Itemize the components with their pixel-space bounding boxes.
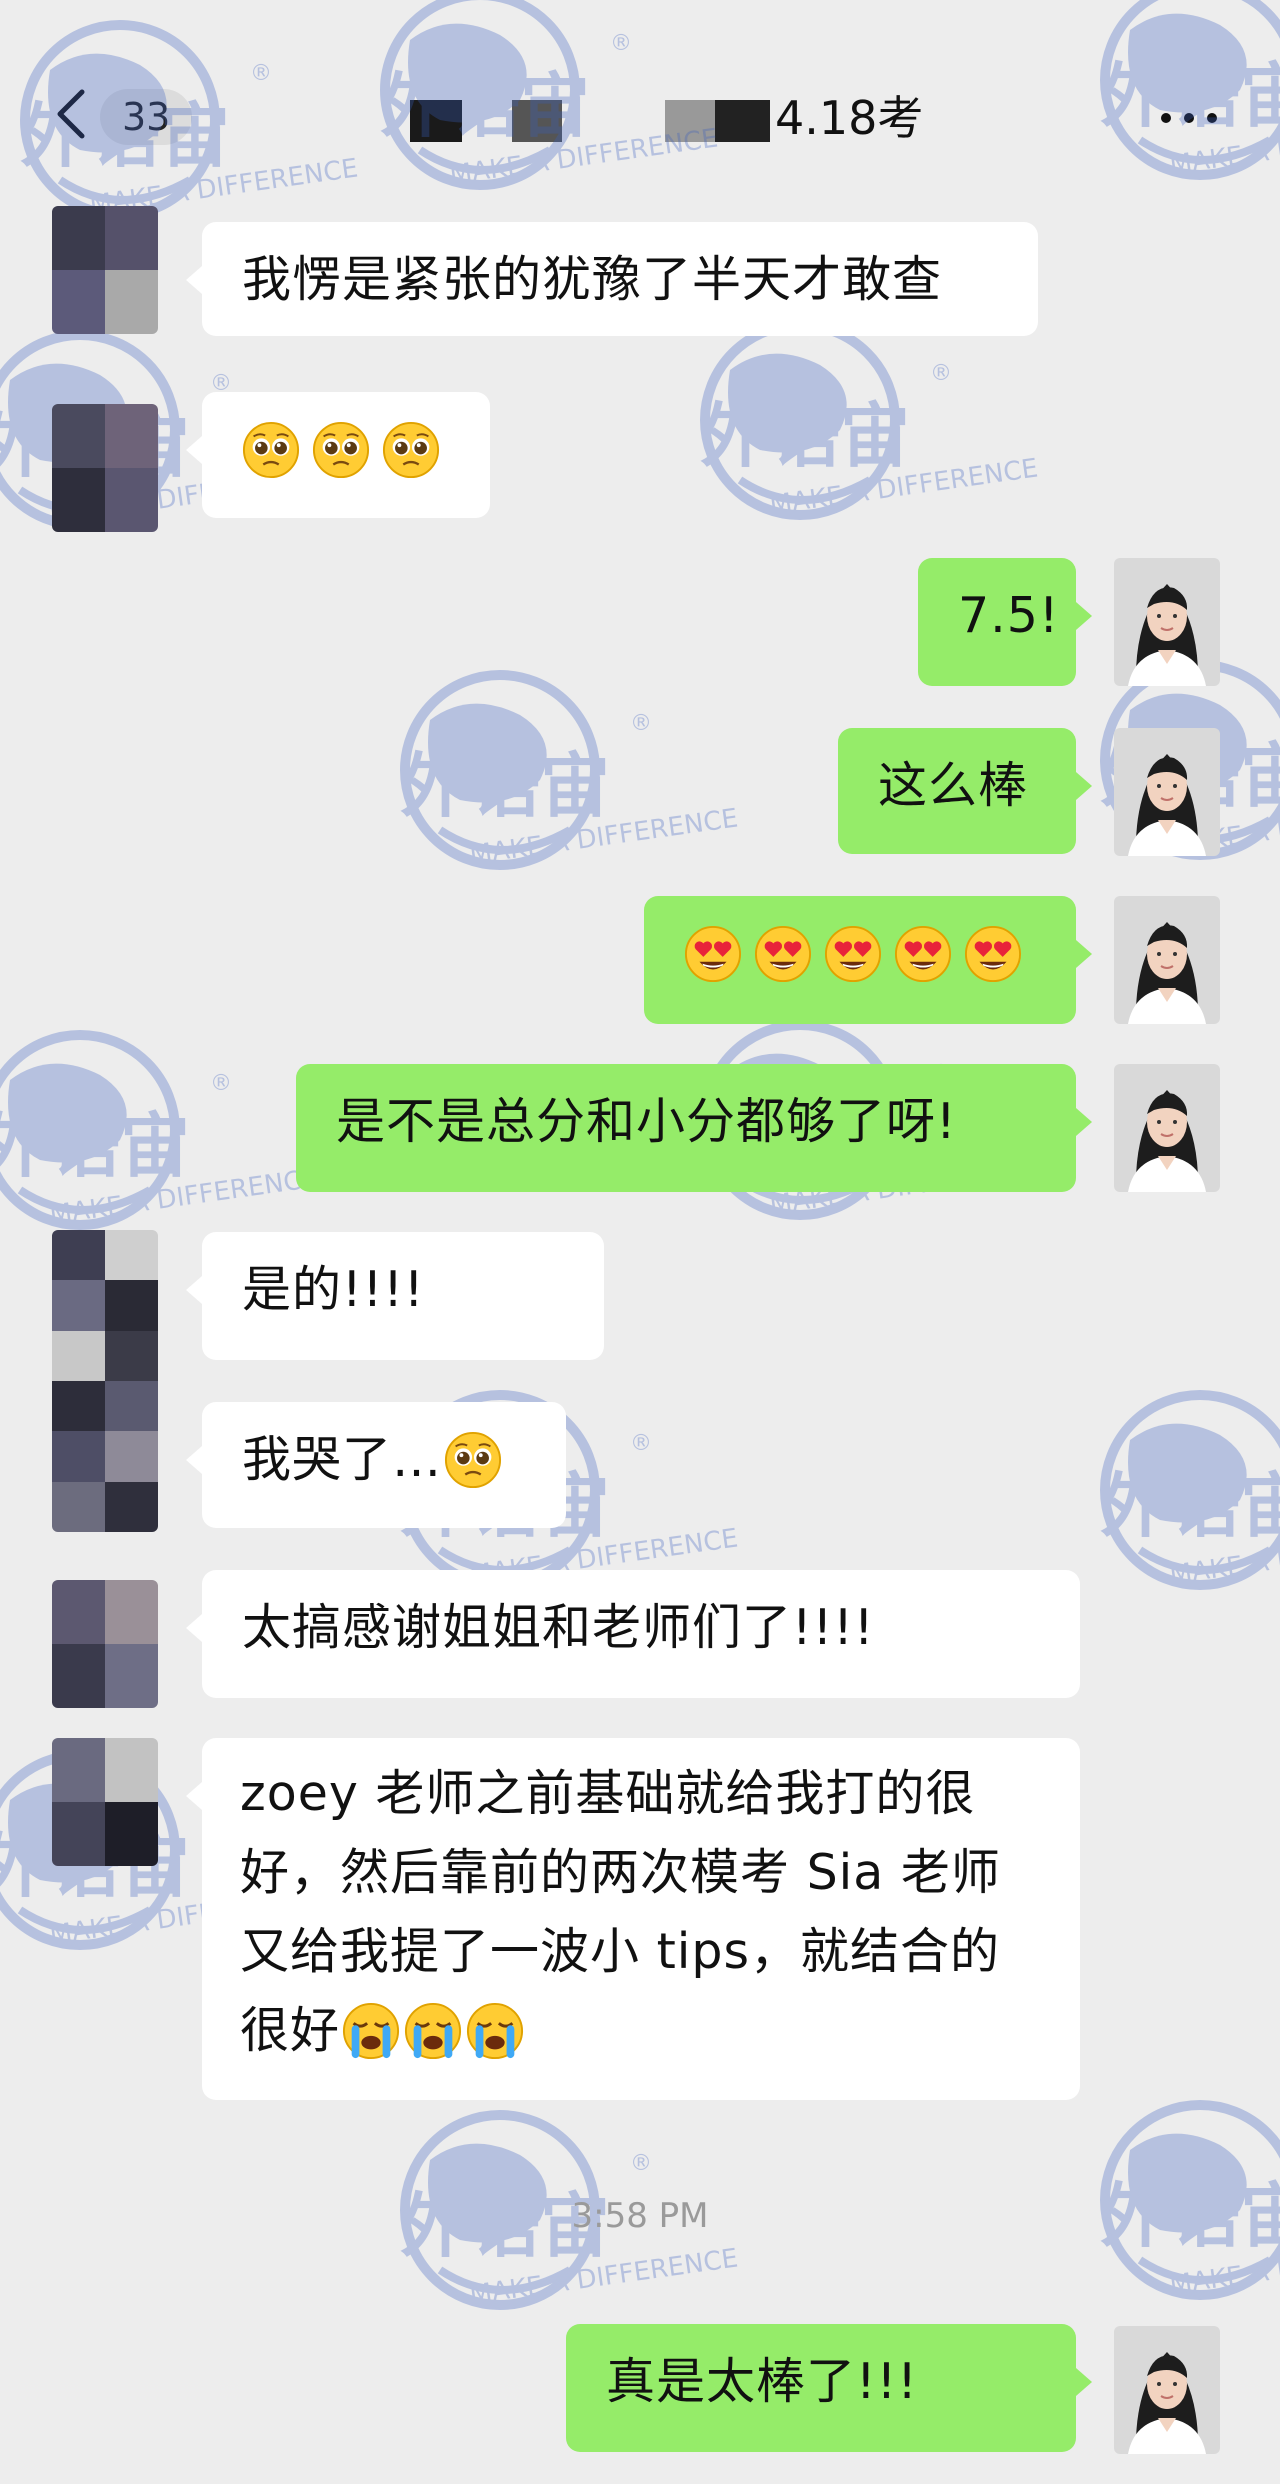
message-timestamp: 3:58 PM: [571, 2196, 709, 2236]
chevron-left-icon[interactable]: [52, 88, 92, 140]
message-bubble[interactable]: 我愣是紧张的犹豫了半天才敢查: [186, 222, 1038, 336]
pleading-face-icon: [382, 421, 440, 479]
loudly-crying-face-icon: [466, 2002, 524, 2060]
message-bubble[interactable]: 7.5!: [918, 558, 1092, 686]
user-avatar[interactable]: [1114, 558, 1220, 686]
message-bubble[interactable]: 我哭了…: [186, 1402, 566, 1528]
message-bubble[interactable]: zoey 老师之前基础就给我打的很 好，然后靠前的两次模考 Sia 老师 又给我…: [186, 1738, 1080, 2100]
message-text: 是不是总分和小分都够了呀!: [336, 1093, 957, 1150]
heart-eyes-face-icon: [754, 925, 812, 983]
user-avatar[interactable]: [1114, 1064, 1220, 1192]
user-avatar[interactable]: [1114, 2326, 1220, 2454]
message-text: 这么棒: [878, 757, 1029, 814]
message-text-line: zoey 老师之前基础就给我打的很: [240, 1765, 976, 1822]
message-bubble[interactable]: [644, 896, 1092, 1024]
message-bubble[interactable]: 太搞感谢姐姐和老师们了!!!!: [186, 1570, 1080, 1698]
message-text: 7.5!: [958, 587, 1060, 644]
contact-avatar[interactable]: [52, 1580, 158, 1708]
message-bubble[interactable]: 真是太棒了!!!: [566, 2324, 1092, 2452]
chat-title-text: 4.18考: [775, 91, 924, 145]
chat-header: 33 4.18考: [0, 0, 1280, 200]
message-bubble[interactable]: 是的!!!!: [186, 1232, 604, 1360]
message-bubble[interactable]: [186, 392, 490, 518]
message-text: 我愣是紧张的犹豫了半天才敢查: [242, 251, 943, 308]
message-bubble[interactable]: 是不是总分和小分都够了呀!: [296, 1064, 1092, 1192]
message-text-line: 又给我提了一波小 tips，就结合的: [240, 1923, 1001, 1980]
pixelated-name-block: [512, 100, 562, 142]
message-bubble[interactable]: 这么棒: [838, 728, 1092, 854]
pleading-face-icon: [312, 421, 370, 479]
heart-eyes-face-icon: [824, 925, 882, 983]
heart-eyes-face-icon: [894, 925, 952, 983]
contact-avatar[interactable]: [52, 404, 158, 532]
contact-avatar[interactable]: [52, 1738, 158, 1866]
loudly-crying-face-icon: [342, 2002, 400, 2060]
unread-count-badge[interactable]: 33: [100, 89, 193, 145]
loudly-crying-face-icon: [404, 2002, 462, 2060]
contact-avatar[interactable]: [52, 206, 158, 334]
pleading-face-icon: [444, 1431, 502, 1489]
message-text: 太搞感谢姐姐和老师们了!!!!: [242, 1599, 875, 1656]
message-text: 真是太棒了!!!: [606, 2353, 918, 2410]
pleading-face-icon: [242, 421, 300, 479]
contact-avatar[interactable]: [52, 1230, 158, 1532]
message-text: 我哭了…: [242, 1431, 443, 1488]
heart-eyes-face-icon: [684, 925, 742, 983]
message-text-line: 很好: [240, 1991, 1042, 2070]
user-avatar[interactable]: [1114, 728, 1220, 856]
message-text-line: 好，然后靠前的两次模考 Sia 老师: [240, 1844, 1001, 1901]
message-text: 是的!!!!: [242, 1261, 425, 1318]
heart-eyes-face-icon: [964, 925, 1022, 983]
more-icon[interactable]: [1160, 112, 1218, 124]
pixelated-name-block: [715, 100, 770, 142]
pixelated-name-block: [410, 100, 462, 142]
pixelated-name-block: [665, 100, 715, 142]
user-avatar[interactable]: [1114, 896, 1220, 1024]
